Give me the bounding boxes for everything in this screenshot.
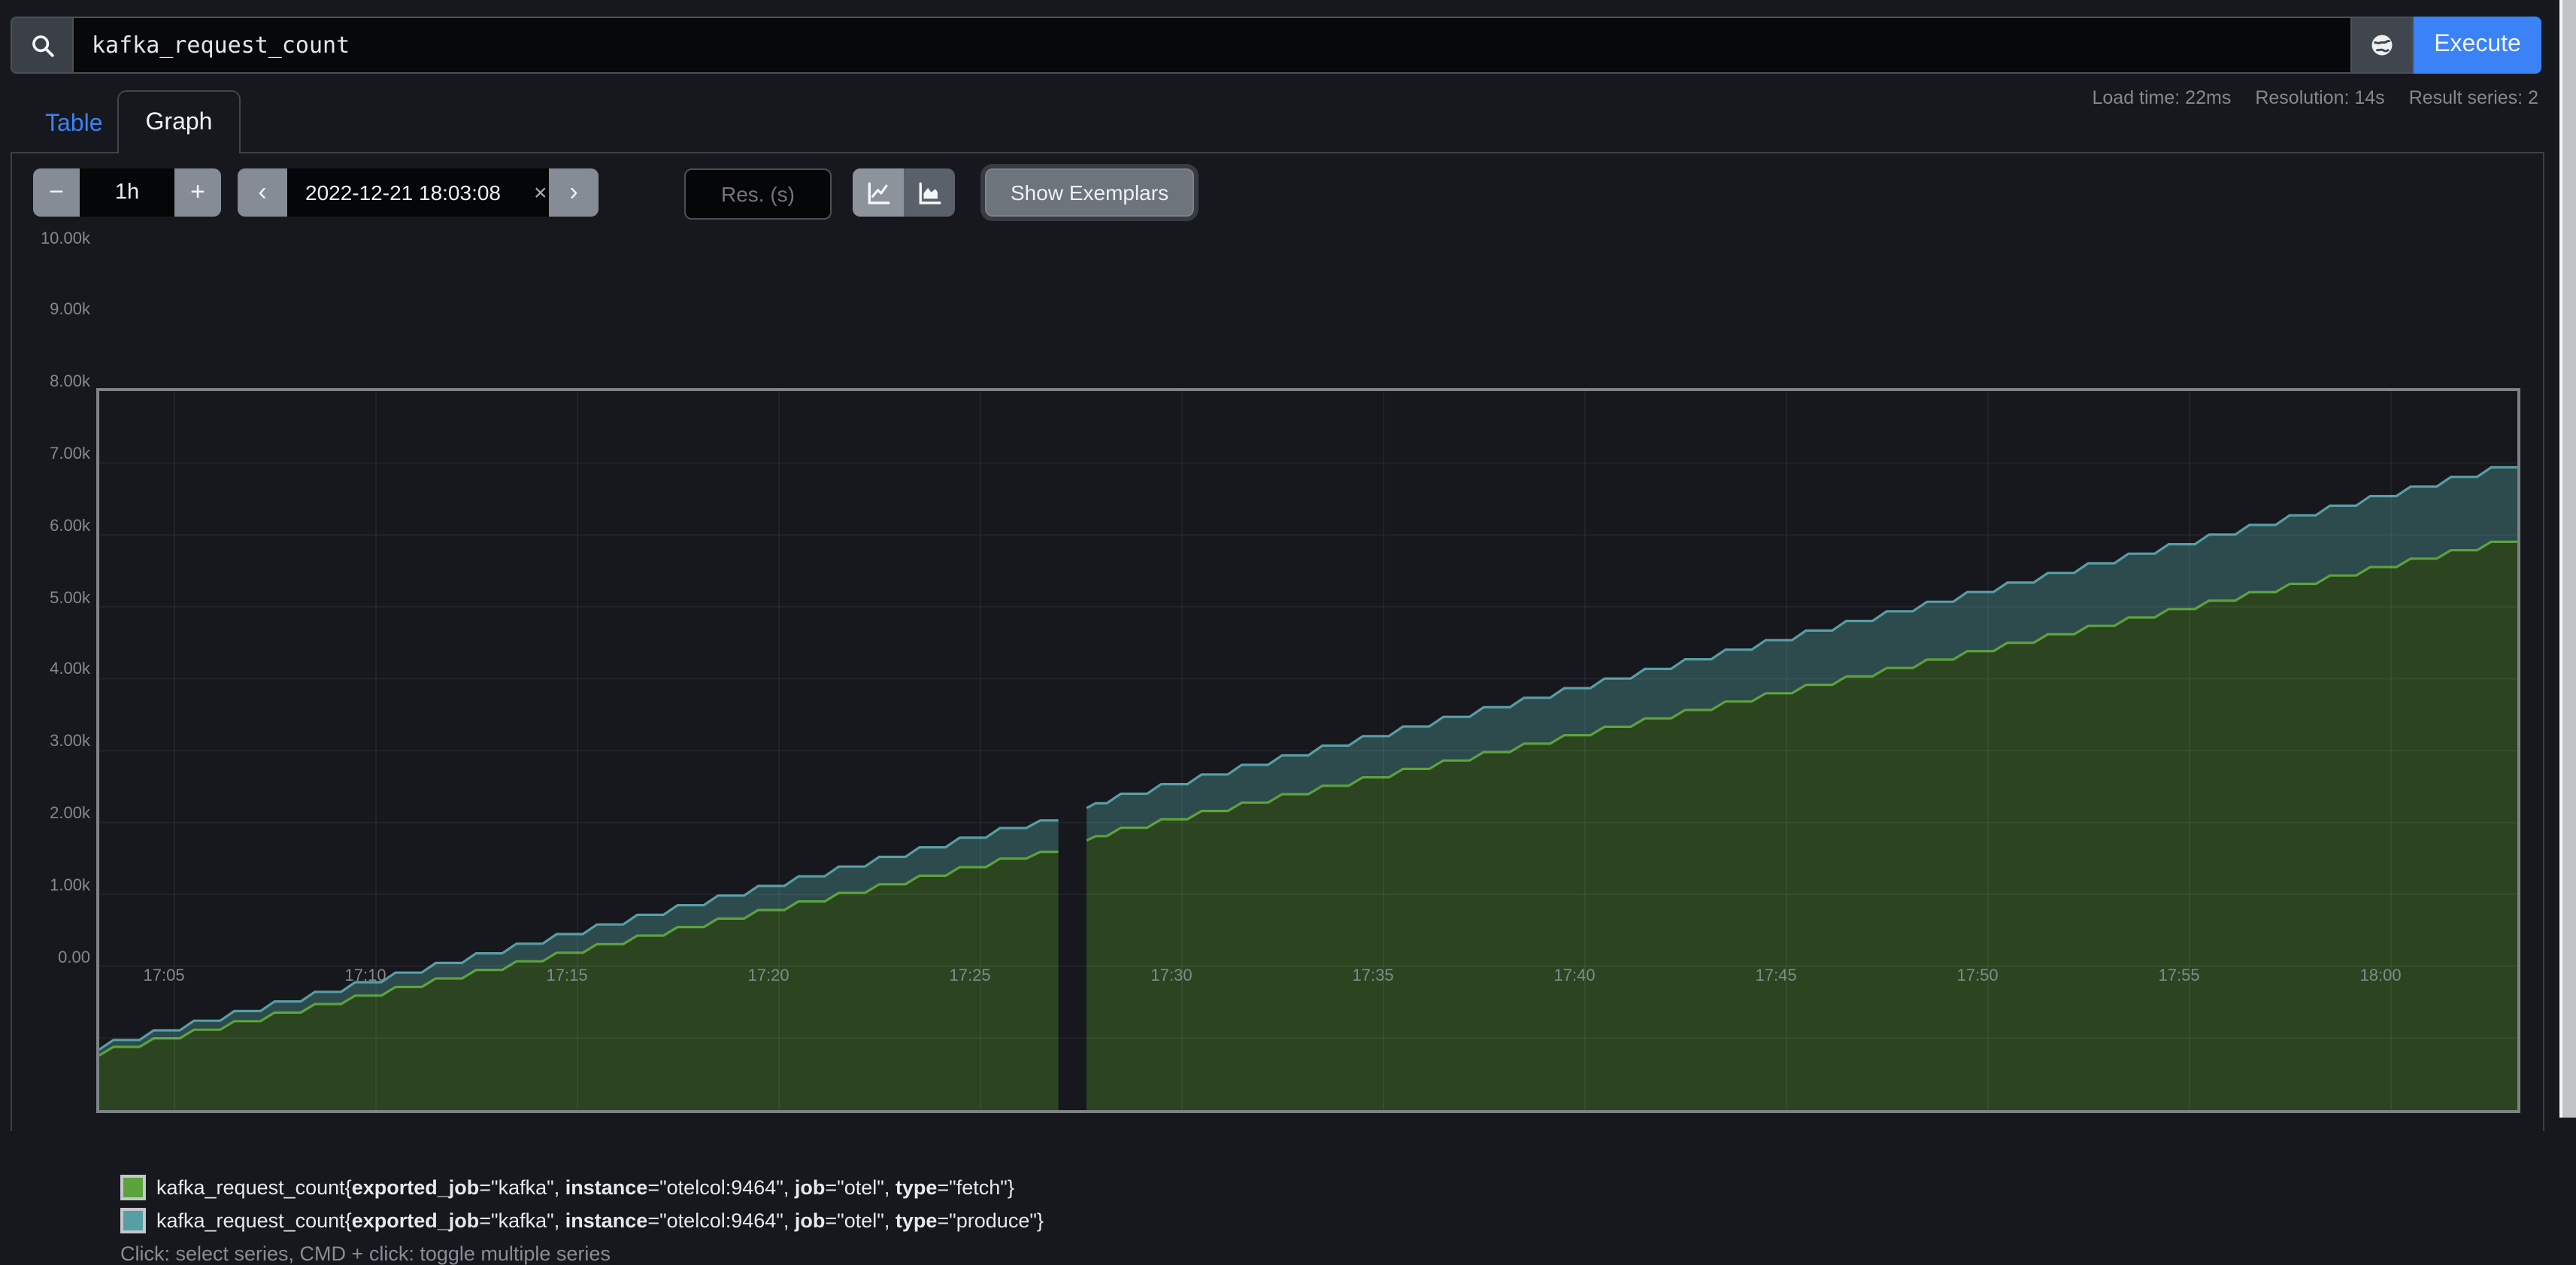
resolution-input[interactable]	[684, 168, 832, 220]
datetime-picker: ‹ × ›	[238, 168, 599, 217]
range-decrease-button[interactable]: −	[33, 168, 80, 217]
legend-item[interactable]: kafka_request_count{exported_job="kafka"…	[120, 1203, 1044, 1236]
tab-table[interactable]: Table	[21, 99, 127, 150]
x-tick-label: 17:25	[925, 967, 1015, 985]
legend-swatch	[120, 1174, 146, 1200]
metrics-explorer-button[interactable]	[2352, 17, 2414, 74]
y-tick-label: 9.00k	[21, 302, 90, 320]
resolution: Resolution: 14s	[2255, 87, 2384, 108]
y-tick-label: 4.00k	[21, 661, 90, 679]
x-tick-label: 17:55	[2134, 967, 2224, 985]
y-tick-label: 5.00k	[21, 589, 90, 607]
x-tick-label: 17:40	[1529, 967, 1620, 985]
show-exemplars-button[interactable]: Show Exemplars	[985, 168, 1194, 217]
x-tick-label: 17:50	[1932, 967, 2023, 985]
search-icon	[11, 17, 72, 74]
x-tick-label: 17:30	[1126, 967, 1217, 985]
legend-swatch	[120, 1207, 146, 1233]
result-series: Result series: 2	[2409, 87, 2538, 108]
tab-graph[interactable]: Graph	[117, 90, 241, 153]
datetime-input[interactable]	[287, 179, 531, 206]
y-tick-label: 10.00k	[21, 229, 90, 247]
legend-label: kafka_request_count{exported_job="kafka"…	[156, 1176, 1014, 1198]
time-back-button[interactable]: ‹	[238, 168, 287, 217]
legend-item[interactable]: kafka_request_count{exported_job="kafka"…	[120, 1170, 1044, 1203]
y-tick-label: 0.00	[21, 948, 90, 966]
x-tick-label: 17:05	[119, 967, 209, 985]
x-tick-label: 17:20	[723, 967, 814, 985]
line-chart-icon[interactable]	[853, 168, 904, 217]
x-tick-label: 18:00	[2335, 967, 2426, 985]
page-scrollbar[interactable]	[2559, 0, 2576, 1118]
scrollbar-thumb[interactable]	[2562, 0, 2576, 1118]
chart-plot-area[interactable]	[96, 388, 2520, 1113]
load-time: Load time: 22ms	[2093, 87, 2232, 108]
range-increase-button[interactable]: +	[174, 168, 221, 217]
legend: kafka_request_count{exported_job="kafka"…	[120, 1170, 1044, 1236]
graph-panel: − + ‹ × › Show Exempla	[11, 152, 2544, 1131]
x-tick-label: 17:15	[522, 967, 612, 985]
range-stepper: − +	[33, 168, 221, 217]
clear-time-icon[interactable]: ×	[531, 180, 550, 205]
time-forward-button[interactable]: ›	[549, 168, 599, 217]
legend-label: kafka_request_count{exported_job="kafka"…	[156, 1209, 1044, 1231]
x-tick-label: 17:10	[320, 967, 411, 985]
x-tick-label: 17:35	[1328, 967, 1418, 985]
y-tick-label: 7.00k	[21, 445, 90, 463]
y-tick-label: 3.00k	[21, 733, 90, 751]
execute-button[interactable]: Execute	[2414, 17, 2541, 74]
query-bar: Execute	[11, 17, 2541, 74]
stacked-chart-icon[interactable]	[904, 168, 955, 217]
range-input[interactable]	[80, 168, 174, 217]
y-tick-label: 1.00k	[21, 876, 90, 894]
graph-toolbar: − + ‹ × › Show Exempla	[23, 168, 2553, 217]
query-input[interactable]	[72, 17, 2352, 74]
legend-hint: Click: select series, CMD + click: toggl…	[120, 1242, 611, 1265]
chart-type-toggle	[853, 168, 955, 217]
y-tick-label: 2.00k	[21, 805, 90, 823]
y-tick-label: 8.00k	[21, 373, 90, 391]
query-stats: Load time: 22ms Resolution: 14s Result s…	[2093, 87, 2539, 108]
y-tick-label: 6.00k	[21, 517, 90, 535]
x-tick-label: 17:45	[1731, 967, 1821, 985]
